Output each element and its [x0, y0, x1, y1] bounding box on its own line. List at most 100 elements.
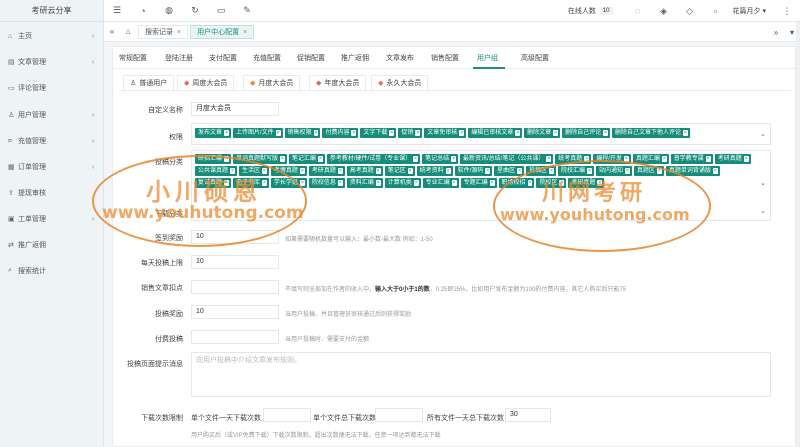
remove-tag-icon[interactable]: × — [375, 180, 381, 186]
nav-tab-6[interactable]: 推广返佣 — [341, 53, 369, 63]
sidebar-item-1[interactable]: ⌂ 主页 ‹ — [0, 28, 104, 44]
home-tab-icon[interactable]: ⌂ — [120, 27, 136, 36]
remove-tag-icon[interactable]: × — [389, 130, 395, 136]
nav-tab-2[interactable]: 登陆注册 — [165, 53, 193, 63]
bell-icon[interactable]: ◌ — [625, 6, 651, 16]
sidebar-item-2[interactable]: ▤ 文章管理 ‹ — [0, 54, 104, 70]
remove-tag-icon[interactable]: × — [279, 156, 285, 162]
nav-tab-4[interactable]: 充值配置 — [253, 53, 281, 63]
sales-deduct-input[interactable] — [191, 280, 279, 294]
dashboard-icon[interactable]: ◔ — [130, 6, 156, 16]
remove-tag-icon[interactable]: × — [261, 180, 267, 186]
skin-icon[interactable]: ◈ — [651, 6, 677, 17]
remove-tag-icon[interactable]: × — [351, 130, 357, 136]
remove-tag-icon[interactable]: × — [603, 130, 609, 136]
nav-tab-3[interactable]: 支付配置 — [209, 53, 237, 63]
user-menu[interactable]: 花篇月夕 ▾ — [733, 6, 766, 16]
nav-tab-8[interactable]: 销售配置 — [431, 53, 459, 63]
group-tab-1[interactable]: ♙ 普通用户 — [123, 75, 175, 90]
tab-search-records[interactable]: 搜索记录 × — [138, 24, 189, 39]
remove-tag-icon[interactable]: × — [515, 130, 521, 136]
sidebar-item-8[interactable]: ▣ 工单管理 ‹ — [0, 211, 104, 227]
remove-tag-icon[interactable]: × — [337, 168, 343, 174]
remove-tag-icon[interactable]: × — [712, 168, 718, 174]
tabs-scroll-left-icon[interactable]: « — [104, 27, 120, 36]
remove-tag-icon[interactable]: × — [705, 156, 711, 162]
remove-tag-icon[interactable]: × — [527, 180, 533, 186]
per-file-day-input[interactable] — [263, 408, 311, 422]
remove-tag-icon[interactable]: × — [375, 168, 381, 174]
remove-tag-icon[interactable]: × — [299, 180, 305, 186]
chevron-down-icon[interactable]: ⌄ — [760, 179, 766, 187]
remove-tag-icon[interactable]: × — [485, 168, 491, 174]
daily-limit-input[interactable]: 10 — [191, 255, 279, 269]
notification-icon[interactable]: ▫ — [703, 6, 729, 16]
remove-tag-icon[interactable]: × — [224, 156, 229, 162]
remove-tag-icon[interactable]: × — [451, 180, 457, 186]
cart-icon[interactable]: ▭ — [208, 5, 234, 16]
remove-tag-icon[interactable]: × — [584, 156, 590, 162]
group-tab-3[interactable]: ◆ 月度大会员 — [243, 75, 301, 90]
custom-name-input[interactable]: 月度大会员 — [191, 102, 279, 116]
refresh-icon[interactable]: ↻ — [182, 5, 208, 16]
permissions-select[interactable]: 发布文章 × 上传图片/文件 × 销售权限 × 付费内容 × 文字下载 × 促销 × 文章免审核 × 编辑已… — [191, 123, 771, 145]
remove-tag-icon[interactable]: × — [546, 156, 552, 162]
menu-toggle-icon[interactable]: ☰ — [104, 5, 130, 16]
group-tab-4[interactable]: ◆ 年度大会员 — [309, 75, 367, 90]
sidebar-item-9[interactable]: ⇄ 推广返佣 — [0, 237, 104, 253]
more-icon[interactable]: ⋮ — [774, 6, 800, 17]
submit-reward-input[interactable]: 10 — [191, 305, 279, 319]
remove-tag-icon[interactable]: × — [489, 180, 495, 186]
remove-tag-icon[interactable]: × — [413, 156, 419, 162]
signin-reward-input[interactable]: 10 — [191, 230, 279, 244]
remove-tag-icon[interactable]: × — [623, 156, 629, 162]
tabs-scroll-right-icon[interactable]: » — [768, 28, 784, 37]
remove-tag-icon[interactable]: × — [275, 130, 281, 136]
remove-tag-icon[interactable]: × — [656, 168, 662, 174]
remove-tag-icon[interactable]: × — [517, 168, 523, 174]
chevron-down-icon[interactable]: ⌄ — [760, 207, 766, 215]
group-tab-5[interactable]: ◆ 永久大会员 — [371, 75, 429, 90]
globe-icon[interactable]: ◍ — [156, 5, 182, 16]
paid-submit-input[interactable] — [191, 330, 279, 344]
remove-tag-icon[interactable]: × — [459, 130, 465, 136]
nav-tab-1[interactable]: 常规配置 — [119, 53, 147, 63]
nav-tab-7[interactable]: 文章发布 — [386, 53, 414, 63]
remove-tag-icon[interactable]: × — [661, 156, 667, 162]
close-icon[interactable]: × — [177, 29, 181, 36]
remove-tag-icon[interactable]: × — [683, 130, 688, 136]
per-file-total-input[interactable] — [375, 408, 423, 422]
group-tab-2[interactable]: ◆ 周度大会员 — [177, 75, 235, 90]
remove-tag-icon[interactable]: × — [549, 168, 555, 174]
brush-icon[interactable]: ✎ — [234, 5, 260, 16]
remove-tag-icon[interactable]: × — [407, 168, 413, 174]
submit-page-msg-textarea[interactable]: 向用户投稿中介绍文章发布规则。 — [191, 352, 771, 397]
remove-tag-icon[interactable]: × — [445, 168, 451, 174]
tag-icon[interactable]: ◇ — [677, 6, 703, 17]
scrollbar[interactable] — [796, 22, 800, 447]
nav-tab-10[interactable]: 高级配置 — [521, 53, 549, 63]
tab-user-center-config[interactable]: 用户中心配置 × — [190, 24, 255, 39]
remove-tag-icon[interactable]: × — [451, 156, 457, 162]
remove-tag-icon[interactable]: × — [224, 130, 229, 136]
nav-tab-5[interactable]: 促销配置 — [297, 53, 325, 63]
sidebar-item-4[interactable]: ♙ 用户管理 ‹ — [0, 107, 104, 123]
sidebar-item-7[interactable]: ⇪ 提现审核 — [0, 185, 104, 201]
remove-tag-icon[interactable]: × — [587, 168, 592, 174]
remove-tag-icon[interactable]: × — [415, 130, 421, 136]
sidebar-item-5[interactable]: ¤ 充值管理 ‹ — [0, 133, 104, 149]
sidebar-item-6[interactable]: ▦ 订单管理 ‹ — [0, 159, 104, 175]
remove-tag-icon[interactable]: × — [317, 156, 323, 162]
sidebar-item-3[interactable]: ▭ 评论管理 — [0, 80, 104, 96]
chevron-down-icon[interactable]: ⌄ — [760, 130, 766, 138]
all-files-day-input[interactable]: 30 — [505, 408, 551, 422]
remove-tag-icon[interactable]: × — [553, 130, 559, 136]
remove-tag-icon[interactable]: × — [743, 156, 749, 162]
remove-tag-icon[interactable]: × — [261, 168, 267, 174]
sidebar-item-10[interactable]: ⌕ 搜索统计 — [0, 263, 104, 279]
nav-tab-9[interactable]: 用户组 — [477, 53, 498, 63]
remove-tag-icon[interactable]: × — [313, 130, 319, 136]
close-icon[interactable]: × — [243, 29, 247, 36]
remove-tag-icon[interactable]: × — [624, 168, 630, 174]
remove-tag-icon[interactable]: × — [299, 168, 305, 174]
